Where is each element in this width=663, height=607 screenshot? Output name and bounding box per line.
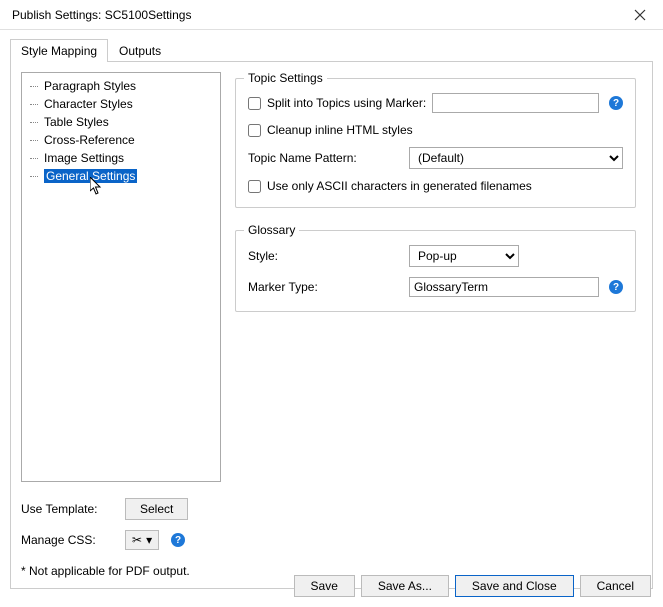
manage-css-label: Manage CSS: (21, 533, 117, 547)
save-and-close-button[interactable]: Save and Close (455, 575, 574, 597)
select-template-button[interactable]: Select (125, 498, 188, 520)
tab-row: Style Mapping Outputs (0, 30, 663, 61)
help-icon[interactable]: ? (609, 96, 623, 110)
pdf-footnote: * Not applicable for PDF output. (21, 564, 221, 578)
split-topics-label: Split into Topics using Marker: (267, 96, 426, 110)
close-icon[interactable] (625, 0, 655, 30)
chevron-down-icon: ▾ (146, 533, 152, 547)
sidebar: Paragraph Styles Character Styles Table … (21, 72, 221, 578)
topic-settings-group: Topic Settings Split into Topics using M… (235, 78, 636, 208)
save-button[interactable]: Save (294, 575, 355, 597)
cleanup-html-checkbox[interactable]: Cleanup inline HTML styles (248, 123, 413, 137)
tree-item-general-settings[interactable]: General Settings (22, 167, 220, 185)
split-topics-input[interactable] (248, 97, 261, 110)
tree-item-character-styles[interactable]: Character Styles (22, 95, 220, 113)
scissors-icon: ✂ (132, 533, 142, 547)
glossary-group: Glossary Style: Pop-up Marker Type: ? (235, 230, 636, 312)
sidebar-controls: Use Template: Select Manage CSS: ✂ ▾ ? *… (21, 498, 221, 578)
tab-panel: Paragraph Styles Character Styles Table … (10, 61, 653, 589)
main-panel: Topic Settings Split into Topics using M… (233, 72, 642, 578)
ascii-only-label: Use only ASCII characters in generated f… (267, 179, 532, 193)
topic-name-pattern-select[interactable]: (Default) (409, 147, 623, 169)
ascii-only-input[interactable] (248, 180, 261, 193)
tab-outputs[interactable]: Outputs (108, 39, 172, 62)
glossary-title: Glossary (244, 223, 299, 237)
split-topics-checkbox[interactable]: Split into Topics using Marker: (248, 96, 426, 110)
tree-item-table-styles[interactable]: Table Styles (22, 113, 220, 131)
marker-type-label: Marker Type: (248, 280, 403, 294)
split-marker-input[interactable] (432, 93, 599, 113)
tree-item-paragraph-styles[interactable]: Paragraph Styles (22, 77, 220, 95)
use-template-label: Use Template: (21, 502, 117, 516)
glossary-style-select[interactable]: Pop-up (409, 245, 519, 267)
glossary-style-label: Style: (248, 249, 403, 263)
tree-item-image-settings[interactable]: Image Settings (22, 149, 220, 167)
dialog-buttons: Save Save As... Save and Close Cancel (294, 575, 651, 597)
marker-type-input[interactable] (409, 277, 599, 297)
ascii-only-checkbox[interactable]: Use only ASCII characters in generated f… (248, 179, 532, 193)
cleanup-html-label: Cleanup inline HTML styles (267, 123, 413, 137)
cancel-button[interactable]: Cancel (580, 575, 651, 597)
cleanup-html-input[interactable] (248, 124, 261, 137)
topic-settings-title: Topic Settings (244, 71, 327, 85)
tree-item-cross-reference[interactable]: Cross-Reference (22, 131, 220, 149)
tab-style-mapping[interactable]: Style Mapping (10, 39, 108, 62)
titlebar: Publish Settings: SC5100Settings (0, 0, 663, 30)
manage-css-button[interactable]: ✂ ▾ (125, 530, 159, 550)
topic-name-pattern-label: Topic Name Pattern: (248, 151, 403, 165)
help-icon[interactable]: ? (609, 280, 623, 294)
window-title: Publish Settings: SC5100Settings (12, 8, 625, 22)
help-icon[interactable]: ? (171, 533, 185, 547)
settings-tree[interactable]: Paragraph Styles Character Styles Table … (21, 72, 221, 482)
save-as-button[interactable]: Save As... (361, 575, 449, 597)
